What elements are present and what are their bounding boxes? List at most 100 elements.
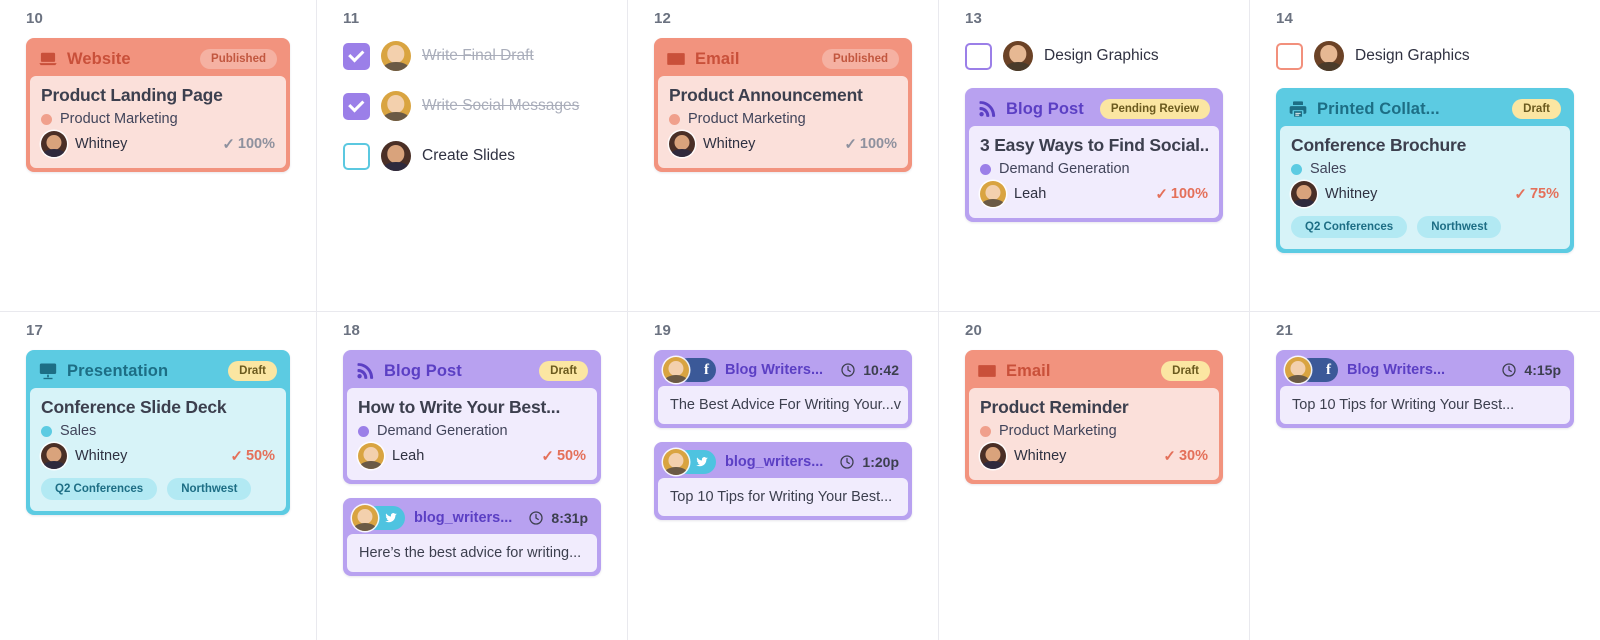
avatar bbox=[1285, 357, 1311, 383]
task-item[interactable]: Write Final Draft bbox=[343, 38, 601, 74]
tag[interactable]: Q2 Conferences bbox=[1291, 216, 1408, 238]
calendar-day-cell[interactable]: 13 Design Graphics Blog Post Pending Review… bbox=[939, 0, 1250, 312]
card-type-label: Blog Post bbox=[384, 361, 462, 380]
content-card[interactable]: Blog Post Draft How to Write Your Best... D… bbox=[343, 350, 601, 484]
card-title: How to Write Your Best... bbox=[358, 397, 561, 417]
day-number: 19 bbox=[654, 322, 672, 339]
content-card[interactable]: Presentation Draft Conference Slide Deck Sa… bbox=[26, 350, 290, 515]
status-badge: Published bbox=[200, 49, 277, 69]
printer-icon bbox=[1288, 99, 1308, 119]
card-type-label: Email bbox=[1006, 361, 1051, 380]
task-item[interactable]: Design Graphics bbox=[965, 38, 1223, 74]
card-header: Email Draft bbox=[969, 354, 1219, 388]
task-label: Write Social Messages bbox=[422, 97, 580, 114]
day-number: 10 bbox=[26, 10, 44, 27]
content-card[interactable]: Blog Post Pending Review 3 Easy Ways to Fi… bbox=[965, 88, 1223, 222]
social-handle: Blog Writers... bbox=[1347, 362, 1446, 378]
card-body: Conference Slide Deck Sales Whitney ✓ 50% Q2 … bbox=[30, 388, 286, 511]
task-item[interactable]: Design Graphics bbox=[1276, 38, 1574, 74]
campaign-label: Product Marketing bbox=[999, 423, 1117, 439]
calendar-day-cell[interactable]: 11 Write Final Draft Write Social Messages… bbox=[317, 0, 628, 312]
content-card[interactable]: Printed Collat... Draft Conference Brochur… bbox=[1276, 88, 1574, 253]
task-checkbox[interactable] bbox=[343, 42, 370, 70]
owner-name: Whitney bbox=[703, 136, 756, 152]
social-post-card[interactable]: blog_writers... 8:31p Here’s the best advi… bbox=[343, 498, 601, 576]
campaign-label: Sales bbox=[60, 423, 97, 439]
calendar-day-cell[interactable]: 10 Website Published Product Landing Page Pr… bbox=[0, 0, 317, 312]
channel-avatar-group: f bbox=[663, 357, 716, 383]
task-checkbox[interactable] bbox=[965, 42, 992, 70]
avatar bbox=[352, 505, 378, 531]
calendar-day-cell[interactable]: 14 Design Graphics Printed Collat... Draft C… bbox=[1250, 0, 1600, 312]
task-item[interactable]: Write Social Messages bbox=[343, 88, 601, 124]
progress-percent: ✓ 50% bbox=[541, 448, 586, 464]
card-type-label: Website bbox=[67, 49, 131, 68]
scheduled-time: 4:15p bbox=[1501, 362, 1561, 378]
campaign-label: Demand Generation bbox=[377, 423, 508, 439]
calendar-day-cell[interactable]: 21 f Blog Writers... 4:15p Top 10 Tips for W… bbox=[1250, 312, 1600, 640]
campaign-row: Product Marketing bbox=[980, 423, 1208, 439]
scheduled-time: 1:20p bbox=[839, 454, 899, 470]
card-title: Product Reminder bbox=[980, 397, 1129, 417]
content-card[interactable]: Website Published Product Landing Page Prod… bbox=[26, 38, 290, 172]
campaign-row: Demand Generation bbox=[980, 161, 1208, 177]
envelope-icon bbox=[977, 361, 997, 381]
status-badge: Draft bbox=[539, 361, 588, 381]
campaign-color-dot bbox=[41, 425, 52, 437]
campaign-color-dot bbox=[1291, 163, 1302, 175]
calendar-day-cell[interactable]: 19 f Blog Writers... 10:42 The Best Advice F… bbox=[628, 312, 939, 640]
calendar-day-cell[interactable]: 18 Blog Post Draft How to Write Your Best..… bbox=[317, 312, 628, 640]
tag[interactable]: Q2 Conferences bbox=[41, 478, 158, 500]
avatar bbox=[1314, 41, 1344, 71]
campaign-row: Product Marketing bbox=[41, 111, 275, 127]
owner-row: Whitney ✓ 30% bbox=[980, 443, 1208, 469]
scheduled-time: 10:42 bbox=[840, 362, 899, 378]
check-icon: ✓ bbox=[1514, 185, 1527, 203]
content-card[interactable]: Email Published Product Announcement Produc… bbox=[654, 38, 912, 172]
social-post-card[interactable]: f Blog Writers... 4:15p Top 10 Tips for Wri… bbox=[1276, 350, 1574, 428]
campaign-label: Product Marketing bbox=[60, 111, 178, 127]
card-header: Blog Post Draft bbox=[347, 354, 597, 388]
laptop-icon bbox=[38, 49, 58, 69]
avatar bbox=[980, 443, 1006, 469]
card-body: Conference Brochure Sales Whitney ✓ 75% Q2 Co… bbox=[1280, 126, 1570, 249]
calendar-day-cell[interactable]: 20 Email Draft Product Reminder Product Mark… bbox=[939, 312, 1250, 640]
owner-row: Whitney ✓ 100% bbox=[669, 131, 897, 157]
task-checkbox[interactable] bbox=[1276, 42, 1303, 70]
calendar-day-cell[interactable]: 17 Presentation Draft Conference Slide Deck… bbox=[0, 312, 317, 640]
social-post-text: Top 10 Tips for Writing Your Best... bbox=[658, 478, 908, 516]
day-number: 17 bbox=[26, 322, 44, 339]
card-title: Conference Brochure bbox=[1291, 135, 1467, 155]
content-card[interactable]: Email Draft Product Reminder Product Market… bbox=[965, 350, 1223, 484]
card-title: Product Landing Page bbox=[41, 85, 223, 105]
task-item[interactable]: Create Slides bbox=[343, 138, 601, 174]
progress-percent: ✓ 100% bbox=[1155, 186, 1208, 202]
status-badge: Pending Review bbox=[1099, 99, 1210, 119]
campaign-label: Sales bbox=[1310, 161, 1347, 177]
task-checkbox[interactable] bbox=[343, 92, 370, 120]
social-post-text: Here’s the best advice for writing... bbox=[347, 534, 597, 572]
progress-percent: ✓ 100% bbox=[222, 136, 275, 152]
day-number: 18 bbox=[343, 322, 361, 339]
social-post-card[interactable]: f Blog Writers... 10:42 The Best Advice For… bbox=[654, 350, 912, 428]
avatar bbox=[669, 131, 695, 157]
calendar-grid: 10 Website Published Product Landing Page Pr… bbox=[0, 0, 1600, 640]
calendar-day-cell[interactable]: 12 Email Published Product Announcement Prod… bbox=[628, 0, 939, 312]
campaign-color-dot bbox=[980, 163, 991, 175]
check-icon: ✓ bbox=[844, 135, 857, 153]
social-post-card[interactable]: blog_writers... 1:20p Top 10 Tips for Writ… bbox=[654, 442, 912, 520]
owner-row: Whitney ✓ 100% bbox=[41, 131, 275, 157]
status-badge: Published bbox=[822, 49, 899, 69]
avatar bbox=[358, 443, 384, 469]
owner-row: Whitney ✓ 75% bbox=[1291, 181, 1559, 207]
tag[interactable]: Northwest bbox=[167, 478, 252, 500]
campaign-color-dot bbox=[669, 113, 680, 125]
owner-name: Leah bbox=[392, 448, 425, 464]
campaign-label: Demand Generation bbox=[999, 161, 1130, 177]
task-label: Design Graphics bbox=[1355, 47, 1470, 64]
task-checkbox[interactable] bbox=[343, 142, 370, 170]
time-value: 8:31p bbox=[551, 510, 588, 526]
owner-name: Leah bbox=[1014, 186, 1047, 202]
card-title: Conference Slide Deck bbox=[41, 397, 227, 417]
tag[interactable]: Northwest bbox=[1417, 216, 1502, 238]
